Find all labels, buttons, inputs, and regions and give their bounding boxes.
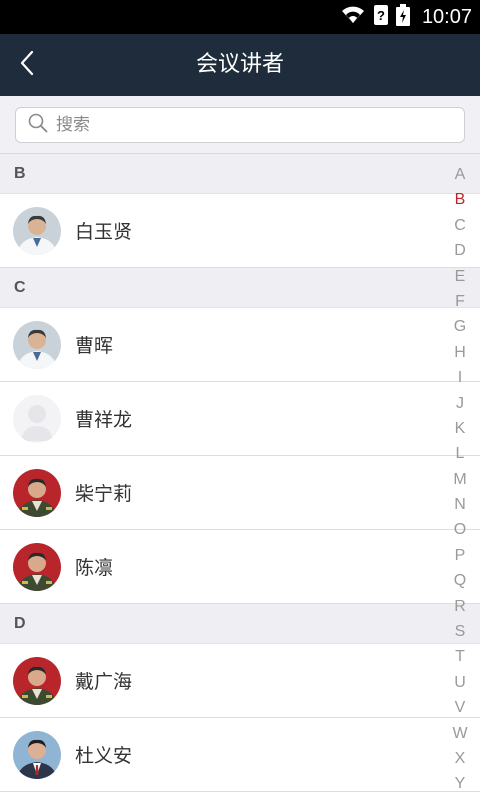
index-letter-k[interactable]: K — [446, 416, 474, 441]
index-letter-h[interactable]: H — [446, 340, 474, 365]
speaker-name: 白玉贤 — [75, 221, 133, 243]
index-letter-j[interactable]: J — [446, 391, 474, 416]
speaker-list: B 白玉贤 C 曹晖曹祥龙柴宁莉陈凛 D 戴广海杜义安 — [0, 154, 480, 792]
search-box[interactable] — [15, 107, 465, 143]
avatar — [13, 542, 61, 591]
sim-unknown-icon: ? — [373, 5, 388, 29]
nav-bar: 会议讲者 — [0, 34, 480, 96]
section-header-b: B — [0, 154, 480, 194]
index-letter-v[interactable]: V — [446, 695, 474, 720]
status-bar: ? 10:07 — [0, 0, 480, 34]
avatar — [13, 320, 61, 369]
index-letter-u[interactable]: U — [446, 670, 474, 695]
speaker-list-item[interactable]: 曹晖 — [0, 308, 480, 382]
status-time: 10:07 — [421, 5, 472, 28]
page-title: 会议讲者 — [195, 52, 284, 77]
status-icons: ? 10:07 — [340, 0, 472, 34]
search-input[interactable] — [56, 110, 464, 140]
index-letter-p[interactable]: P — [446, 543, 474, 568]
wifi-icon — [340, 5, 366, 29]
search-area — [0, 96, 480, 154]
speaker-list-item[interactable]: 杜义安 — [0, 718, 480, 792]
speaker-name: 陈凛 — [75, 557, 114, 579]
avatar — [13, 206, 61, 255]
section-header-d: D — [0, 604, 480, 644]
index-letter-b[interactable]: B — [446, 187, 474, 212]
index-letter-m[interactable]: M — [446, 467, 474, 492]
battery-charging-icon — [395, 4, 410, 30]
index-letter-d[interactable]: D — [446, 238, 474, 263]
avatar — [13, 468, 61, 517]
index-letter-c[interactable]: C — [446, 213, 474, 238]
index-letter-a[interactable]: A — [446, 162, 474, 187]
section-header-c: C — [0, 268, 480, 308]
index-letter-f[interactable]: F — [446, 289, 474, 314]
index-letter-s[interactable]: S — [446, 619, 474, 644]
speaker-list-item[interactable]: 曹祥龙 — [0, 382, 480, 456]
speaker-name: 柴宁莉 — [75, 483, 133, 505]
index-letter-w[interactable]: W — [446, 721, 474, 746]
speaker-list-item[interactable]: 白玉贤 — [0, 194, 480, 268]
index-letter-g[interactable]: G — [446, 314, 474, 339]
svg-text:?: ? — [377, 8, 385, 23]
index-letter-r[interactable]: R — [446, 594, 474, 619]
speaker-name: 曹祥龙 — [75, 409, 133, 431]
speaker-list-item[interactable]: 戴广海 — [0, 644, 480, 718]
speaker-name: 杜义安 — [75, 745, 133, 767]
index-letter-y[interactable]: Y — [446, 771, 474, 796]
search-icon — [28, 113, 48, 137]
index-letter-i[interactable]: I — [446, 365, 474, 390]
index-letter-l[interactable]: L — [446, 441, 474, 466]
speaker-list-item[interactable]: 陈凛 — [0, 530, 480, 604]
index-letter-e[interactable]: E — [446, 264, 474, 289]
speaker-name: 曹晖 — [75, 335, 114, 357]
speaker-list-item[interactable]: 柴宁莉 — [0, 456, 480, 530]
speaker-name: 戴广海 — [75, 671, 133, 693]
index-letter-o[interactable]: O — [446, 517, 474, 542]
index-letter-n[interactable]: N — [446, 492, 474, 517]
avatar — [13, 656, 61, 705]
index-letter-x[interactable]: X — [446, 746, 474, 771]
avatar — [13, 394, 61, 443]
alphabet-index-bar[interactable]: ABCDEFGHIJKLMNOPQRSTUVWXY — [446, 162, 474, 797]
avatar — [13, 730, 61, 779]
index-letter-t[interactable]: T — [446, 644, 474, 669]
index-letter-q[interactable]: Q — [446, 568, 474, 593]
